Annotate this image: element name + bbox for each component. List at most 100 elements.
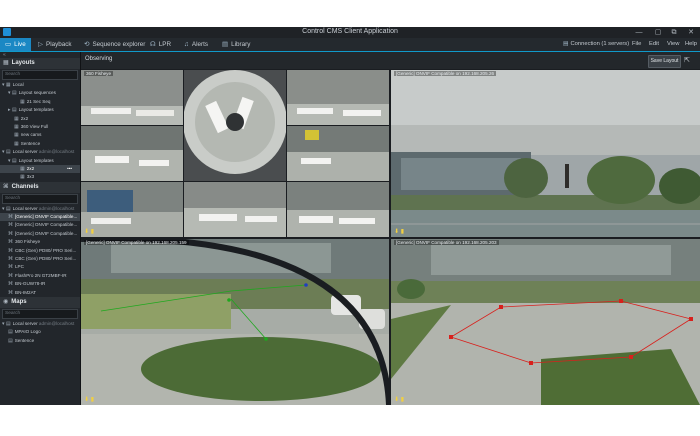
layout-item-label: Layout templates bbox=[18, 157, 54, 163]
video-tile-fisheye[interactable]: 360 Fisheye ⬇ ▮ bbox=[81, 70, 389, 237]
minimize-button[interactable]: — bbox=[632, 27, 646, 38]
maps-search-input[interactable]: Search bbox=[2, 308, 78, 319]
channel-item-label: [Generic] ONVIF Compatible... bbox=[15, 230, 78, 236]
channel-item-icon: ⌘ bbox=[8, 289, 13, 296]
menu-edit[interactable]: Edit bbox=[649, 38, 659, 51]
map-item[interactable]: ▾ ▤ Local server admin@localhost bbox=[0, 320, 80, 328]
map-item-icon: ▾ ▤ bbox=[2, 320, 11, 327]
video-tile-exterior[interactable]: [Generic] ONVIF Compatible on 192.168.20… bbox=[391, 70, 700, 237]
channel-item[interactable]: ⌘ CBC (Gen) PD80/ PRO Seri... bbox=[0, 255, 80, 263]
more-options-icon[interactable]: ••• bbox=[67, 165, 72, 173]
layout-item[interactable]: ▾ ▤ Layout sequences bbox=[0, 89, 80, 97]
tile-courtyard-right-controls[interactable]: ⬇ ▮ bbox=[394, 396, 404, 403]
channel-item[interactable]: ⌘ 360 Fisheye bbox=[0, 238, 80, 246]
layout-item-icon: ▸ ▤ bbox=[8, 107, 17, 114]
map-item[interactable]: ▤ MPAIO Logo bbox=[0, 328, 80, 336]
layout-item-label: Sentence bbox=[20, 140, 41, 146]
layout-item-label: 2x2 bbox=[26, 165, 35, 171]
main-nav: ▭ Live ▷ Playback ⟲ Sequence explorer ☊ LPR … bbox=[0, 38, 700, 52]
menu-view[interactable]: View bbox=[667, 38, 679, 51]
layout-item[interactable]: ▦ 2x2 bbox=[0, 115, 80, 123]
library-icon: ▤ bbox=[222, 41, 229, 48]
connection-status[interactable]: ▤ Connection (1 servers) bbox=[563, 38, 629, 51]
channel-item-label: CBC (Gen) PD80/ PRO Seri... bbox=[15, 247, 77, 253]
layouts-header[interactable]: ▦ Layouts bbox=[0, 58, 80, 69]
channel-item-label: FlashPro 2N GT2MBF-IR bbox=[15, 272, 67, 278]
channel-item[interactable]: ⌘ [Generic] ONVIF Compatible... bbox=[0, 230, 80, 238]
channels-search-input[interactable]: Search bbox=[2, 193, 78, 204]
tab-library-label: Library bbox=[231, 41, 251, 48]
channel-item[interactable]: ⌘ [Generic] ONVIF Compatible... bbox=[0, 213, 80, 222]
layout-item-icon: ▦ bbox=[20, 174, 25, 181]
tile-courtyard-right-label: [Generic] ONVIF Compatible on 192.168.20… bbox=[394, 240, 499, 245]
layout-item-label: Local bbox=[12, 82, 24, 87]
layout-item-icon: ▾ ▤ bbox=[2, 149, 11, 156]
tab-library[interactable]: ▤ Library bbox=[222, 38, 250, 51]
channel-item[interactable]: ▾ ▤ Local server admin@localhost bbox=[0, 205, 80, 213]
layout-item-label: 2x2 bbox=[20, 115, 29, 121]
layout-item[interactable]: ▾ ▤ Layout templates bbox=[0, 157, 80, 165]
channel-item-icon: ⌘ bbox=[8, 230, 13, 237]
channel-item-label: Local server bbox=[12, 205, 38, 211]
map-item[interactable]: ▤ Sentence bbox=[0, 337, 80, 345]
channels-title: Channels bbox=[11, 183, 39, 190]
tab-alerts[interactable]: ♫ Alerts bbox=[184, 38, 208, 51]
layout-item[interactable]: ▦ 360 View Full bbox=[0, 123, 80, 131]
channel-item-icon: ⌘ bbox=[8, 247, 13, 254]
channel-item[interactable]: ⌘ FlashPro 2N GT2MBF-IR bbox=[0, 272, 80, 280]
close-button[interactable]: ✕ bbox=[684, 27, 698, 38]
tile-fisheye-controls[interactable]: ⬇ ▮ bbox=[84, 228, 94, 235]
connection-label: Connection (1 servers) bbox=[570, 41, 630, 47]
channel-item[interactable]: ⌘ LPC bbox=[0, 263, 80, 271]
layout-item[interactable]: ▦ 3x3 bbox=[0, 173, 80, 181]
channel-item[interactable]: ⌘ BN-GUW78-IR bbox=[0, 280, 80, 288]
channels-header[interactable]: ⌘ Channels bbox=[0, 181, 80, 193]
layouts-search-input[interactable]: Search bbox=[2, 70, 78, 80]
channel-item-label: [Generic] ONVIF Compatible... bbox=[15, 222, 78, 228]
layout-item[interactable]: ▾ ▦ Local bbox=[0, 81, 80, 89]
channel-item[interactable]: ⌘ CBC (Gen) PD80/ PRO Seri... bbox=[0, 247, 80, 255]
maps-header[interactable]: ◉ Maps bbox=[0, 296, 80, 308]
map-item-label: Local server bbox=[12, 320, 38, 326]
channel-item-icon: ⌘ bbox=[8, 281, 13, 288]
channel-item-icon: ⌘ bbox=[8, 272, 13, 279]
tile-exterior-controls[interactable]: ⬇ ▮ bbox=[394, 228, 404, 235]
channel-item-label: LPC bbox=[15, 264, 24, 270]
tab-lpr[interactable]: ☊ LPR bbox=[150, 38, 171, 51]
layout-item[interactable]: ▦ new cams bbox=[0, 131, 80, 139]
layout-item[interactable]: ▸ ▤ Layout templates bbox=[0, 106, 80, 114]
channel-item-icon: ⌘ bbox=[8, 239, 13, 246]
channel-item-icon: ⌘ bbox=[8, 264, 13, 271]
layout-item-icon: ▦ bbox=[14, 115, 19, 122]
layout-item-icon: ▦ bbox=[20, 98, 25, 105]
layout-item[interactable]: ▦ 2x2 ••• bbox=[0, 164, 80, 174]
lpr-icon: ☊ bbox=[150, 41, 156, 48]
layout-item-label: Local server bbox=[12, 149, 38, 155]
sidebar: « ▦ Layouts Search ▾ ▦ Local ▾ ▤ Layout sequ… bbox=[0, 52, 81, 405]
layout-item[interactable]: ▾ ▤ Local server admin@localhost bbox=[0, 148, 80, 156]
menu-file[interactable]: File bbox=[632, 38, 641, 51]
channel-item[interactable]: ⌘ [Generic] ONVIF Compatible... bbox=[0, 221, 80, 229]
video-tile-courtyard-right[interactable]: [Generic] ONVIF Compatible on 192.168.20… bbox=[391, 239, 700, 405]
layout-item-label: 360 View Full bbox=[20, 123, 49, 129]
window-title: Control CMS Client Application bbox=[302, 28, 398, 35]
popout-icon[interactable]: ⇱ bbox=[684, 56, 690, 64]
map-item-label: MPAIO Logo bbox=[14, 329, 41, 335]
fisheye-video-frame bbox=[81, 70, 389, 237]
menu-help[interactable]: Help bbox=[685, 38, 697, 51]
save-layout-button[interactable]: Save Layout bbox=[648, 55, 681, 68]
channel-item[interactable]: ⌘ BN-IM2AT bbox=[0, 289, 80, 297]
layouts-icon: ▦ bbox=[3, 60, 9, 66]
layout-item[interactable]: ▦ Sentence bbox=[0, 140, 80, 148]
tab-playback[interactable]: ▷ Playback bbox=[38, 38, 72, 51]
layout-item-icon: ▾ ▤ bbox=[8, 90, 17, 97]
video-tile-courtyard-left[interactable]: [Generic] ONVIF Compatible on 192.168.20… bbox=[81, 239, 389, 405]
title-bar: Control CMS Client Application — ▢ ⧉ ✕ bbox=[0, 27, 700, 38]
layout-item[interactable]: ▦ 21 Sec Seq bbox=[0, 98, 80, 106]
restore-button[interactable]: ⧉ bbox=[667, 27, 681, 38]
tab-sequence-explorer[interactable]: ⟲ Sequence explorer bbox=[84, 38, 145, 51]
maximize-button[interactable]: ▢ bbox=[651, 27, 665, 38]
tab-live[interactable]: ▭ Live bbox=[0, 38, 31, 51]
tile-courtyard-left-controls[interactable]: ⬇ ▮ bbox=[84, 396, 94, 403]
layout-item-icon: ▦ bbox=[14, 132, 19, 139]
